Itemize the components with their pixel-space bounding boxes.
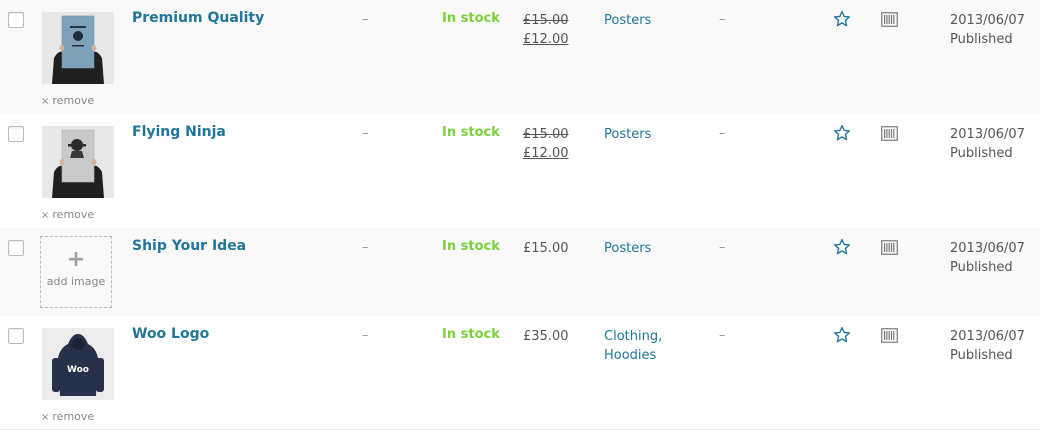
publish-status: Published <box>950 146 1013 161</box>
table-row: × remove Flying Ninja – In stock £15.00 £… <box>0 114 1040 228</box>
star-outline-icon[interactable] <box>833 124 851 142</box>
date-value: 2013/06/07 <box>950 127 1025 142</box>
product-name-link[interactable]: Flying Ninja <box>132 124 226 140</box>
price-value: £35.00 <box>523 329 569 344</box>
product-type-icon <box>881 126 898 141</box>
product-name-link[interactable]: Premium Quality <box>132 10 264 26</box>
tags-value: – <box>719 328 726 343</box>
categories-cell: Clothing, Hoodies <box>604 327 662 365</box>
date-cell: 2013/06/07 Published <box>950 125 1025 163</box>
remove-image-link[interactable]: × remove <box>41 94 94 107</box>
sku-value: – <box>362 328 369 343</box>
tags-value: – <box>719 126 726 141</box>
products-table: × remove Premium Quality – In stock £15.0… <box>0 0 1040 430</box>
regular-price: £15.00 <box>523 127 569 142</box>
date-cell: 2013/06/07 Published <box>950 11 1025 49</box>
row-checkbox[interactable] <box>8 240 24 256</box>
product-thumbnail[interactable] <box>42 12 114 84</box>
remove-image-link[interactable]: × remove <box>41 410 94 423</box>
price-cell: £15.00 <box>523 239 569 258</box>
sale-price: £12.00 <box>523 146 569 161</box>
row-checkbox[interactable] <box>8 12 24 28</box>
sku-value: – <box>362 126 369 141</box>
date-value: 2013/06/07 <box>950 241 1025 256</box>
add-image-button[interactable]: + add image <box>40 236 112 308</box>
poster-premium-quality-image <box>42 12 114 84</box>
table-row: Woo × remove Woo Logo – In stock £35.00 C… <box>0 316 1040 430</box>
row-checkbox[interactable] <box>8 126 24 142</box>
tags-value: – <box>719 240 726 255</box>
price-cell: £35.00 <box>523 327 569 346</box>
sku-value: – <box>362 12 369 27</box>
stock-status: In stock <box>442 11 500 26</box>
categories-cell: Posters <box>604 239 651 258</box>
plus-icon: + <box>66 247 86 272</box>
category-link[interactable]: Posters <box>604 13 651 28</box>
stock-status: In stock <box>442 125 500 140</box>
category-link[interactable]: Clothing, <box>604 329 662 344</box>
product-thumbnail[interactable] <box>42 126 114 198</box>
table-row: + add image Ship Your Idea – In stock £1… <box>0 228 1040 316</box>
row-checkbox[interactable] <box>8 328 24 344</box>
tags-value: – <box>719 12 726 27</box>
remove-label: remove <box>52 410 95 423</box>
sale-price: £12.00 <box>523 32 569 47</box>
add-image-label: add image <box>46 275 106 288</box>
remove-icon: × <box>41 96 50 107</box>
table-bottom-border <box>0 429 1040 430</box>
hoodie-woo-logo-image: Woo <box>42 328 114 400</box>
remove-label: remove <box>52 208 95 221</box>
regular-price: £15.00 <box>523 13 569 28</box>
product-name-link[interactable]: Ship Your Idea <box>132 238 246 254</box>
product-type-icon <box>881 12 898 27</box>
categories-cell: Posters <box>604 125 651 144</box>
publish-status: Published <box>950 348 1013 363</box>
price-value: £15.00 <box>523 241 569 256</box>
sku-value: – <box>362 240 369 255</box>
categories-cell: Posters <box>604 11 651 30</box>
stock-status: In stock <box>442 239 500 254</box>
price-cell: £15.00 £12.00 <box>523 11 569 49</box>
stock-status: In stock <box>442 327 500 342</box>
star-outline-icon[interactable] <box>833 326 851 344</box>
price-cell: £15.00 £12.00 <box>523 125 569 163</box>
category-link[interactable]: Posters <box>604 241 651 256</box>
hoodie-print-text: Woo <box>67 365 89 375</box>
product-type-icon <box>881 240 898 255</box>
category-link[interactable]: Hoodies <box>604 348 656 363</box>
publish-status: Published <box>950 260 1013 275</box>
product-type-icon <box>881 328 898 343</box>
product-name-link[interactable]: Woo Logo <box>132 326 209 342</box>
remove-icon: × <box>41 210 50 221</box>
star-outline-icon[interactable] <box>833 10 851 28</box>
date-value: 2013/06/07 <box>950 13 1025 28</box>
remove-label: remove <box>52 94 95 107</box>
remove-image-link[interactable]: × remove <box>41 208 94 221</box>
star-outline-icon[interactable] <box>833 238 851 256</box>
poster-flying-ninja-image <box>42 126 114 198</box>
table-row: × remove Premium Quality – In stock £15.0… <box>0 0 1040 114</box>
category-link[interactable]: Posters <box>604 127 651 142</box>
date-value: 2013/06/07 <box>950 329 1025 344</box>
publish-status: Published <box>950 32 1013 47</box>
remove-icon: × <box>41 412 50 423</box>
product-thumbnail[interactable]: Woo <box>42 328 114 400</box>
date-cell: 2013/06/07 Published <box>950 327 1025 365</box>
date-cell: 2013/06/07 Published <box>950 239 1025 277</box>
